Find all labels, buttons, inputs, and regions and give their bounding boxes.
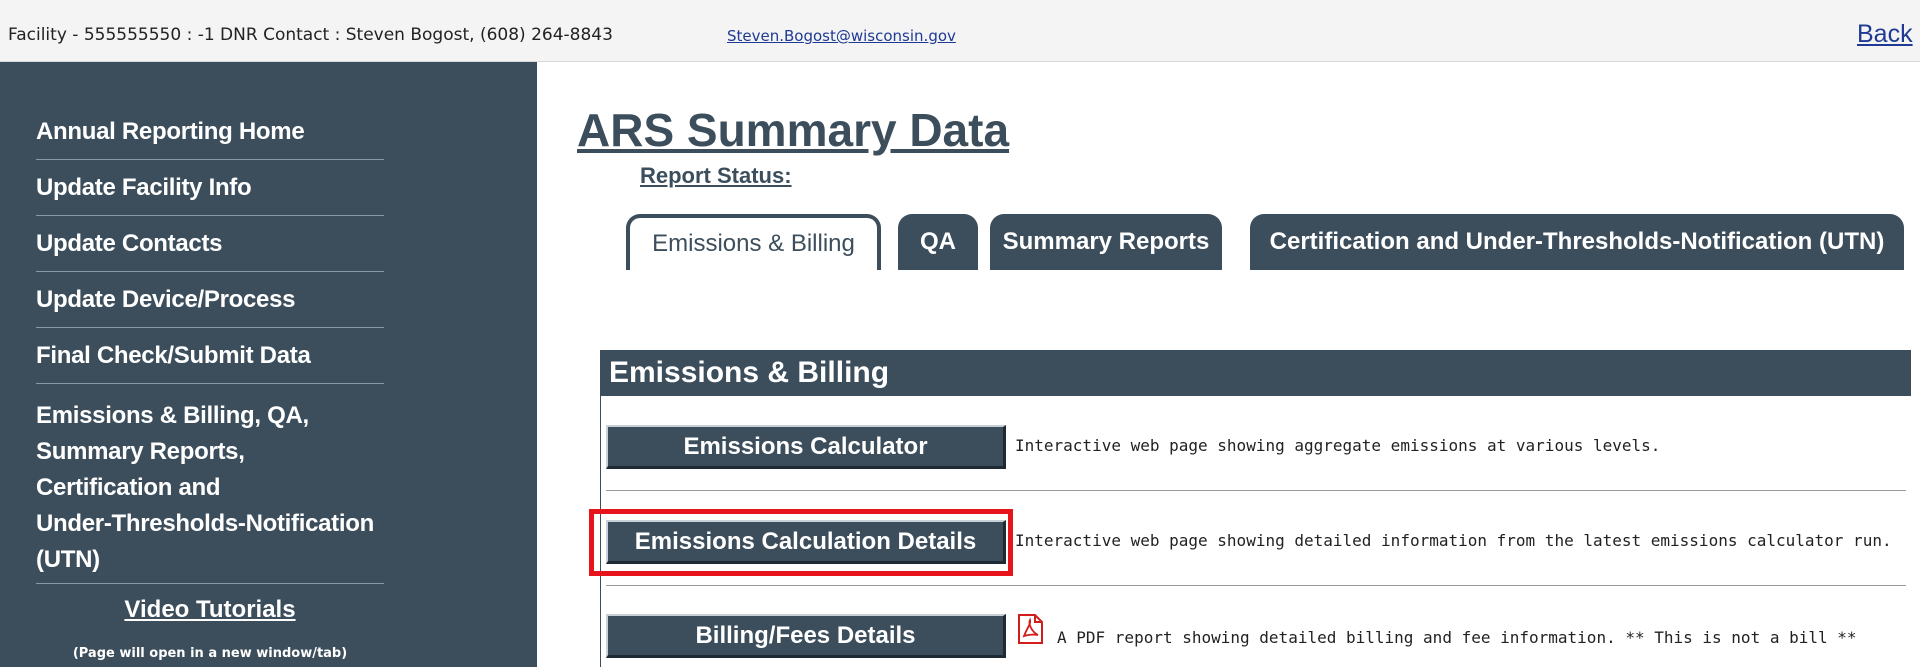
emissions-calculator-button[interactable]: Emissions Calculator bbox=[606, 425, 1006, 469]
sidebar-item-emissions-billing[interactable]: Emissions & Billing, QA, Summary Reports… bbox=[36, 398, 384, 584]
tab-emissions-billing[interactable]: Emissions & Billing bbox=[626, 214, 881, 270]
facility-contact-info: Facility - 555555550 : -1 DNR Contact : … bbox=[8, 25, 613, 45]
top-bar: Facility - 555555550 : -1 DNR Contact : … bbox=[0, 0, 1920, 62]
sidebar: Annual Reporting Home Update Facility In… bbox=[0, 62, 537, 667]
panel-header: Emissions & Billing bbox=[601, 350, 1911, 396]
back-link[interactable]: Back bbox=[1857, 20, 1913, 49]
sidebar-item-label-line: Under-Thresholds-Notification bbox=[36, 510, 374, 537]
tab-summary-reports[interactable]: Summary Reports bbox=[990, 214, 1222, 270]
sidebar-item-label: Final Check/Submit Data bbox=[36, 342, 311, 369]
emissions-calculation-details-description: Interactive web page showing detailed in… bbox=[1015, 531, 1892, 550]
sidebar-item-label-line: Summary Reports, bbox=[36, 438, 245, 465]
emissions-billing-panel: Emissions & Billing Emissions Calculator… bbox=[600, 350, 1920, 667]
billing-fees-details-button[interactable]: Billing/Fees Details bbox=[606, 614, 1006, 658]
video-tutorials-note: (Page will open in a new window/tab) bbox=[72, 646, 348, 661]
sidebar-item-label-line: Certification and bbox=[36, 474, 221, 501]
sidebar-item-label-line: Emissions & Billing, QA, bbox=[36, 402, 309, 429]
sidebar-item-label-line: (UTN) bbox=[36, 546, 100, 573]
tab-qa[interactable]: QA bbox=[898, 214, 978, 270]
sidebar-item-update-facility-info[interactable]: Update Facility Info bbox=[36, 174, 384, 216]
sidebar-item-label: Update Device/Process bbox=[36, 286, 296, 313]
contact-email-link[interactable]: Steven.Bogost@wisconsin.gov bbox=[727, 27, 956, 45]
emissions-calculation-details-button[interactable]: Emissions Calculation Details bbox=[606, 520, 1006, 564]
pdf-icon[interactable] bbox=[1016, 614, 1044, 644]
row-divider bbox=[606, 490, 1906, 491]
sidebar-item-label: Update Facility Info bbox=[36, 174, 252, 201]
page-title: ARS Summary Data bbox=[577, 104, 1010, 156]
sidebar-item-update-device-process[interactable]: Update Device/Process bbox=[36, 286, 384, 328]
video-tutorials-link[interactable]: Video Tutorials bbox=[36, 596, 384, 624]
row-divider bbox=[606, 585, 1906, 586]
sidebar-item-annual-reporting-home[interactable]: Annual Reporting Home bbox=[36, 118, 384, 160]
tab-certification-utn[interactable]: Certification and Under-Thresholds-Notif… bbox=[1250, 214, 1904, 270]
emissions-calculator-description: Interactive web page showing aggregate e… bbox=[1015, 436, 1661, 455]
billing-fees-details-description: A PDF report showing detailed billing an… bbox=[1057, 628, 1857, 647]
sidebar-item-label: Annual Reporting Home bbox=[36, 118, 305, 145]
sidebar-item-update-contacts[interactable]: Update Contacts bbox=[36, 230, 384, 272]
sidebar-item-final-check-submit[interactable]: Final Check/Submit Data bbox=[36, 342, 384, 384]
sidebar-item-label: Update Contacts bbox=[36, 230, 223, 257]
report-status-label: Report Status: bbox=[640, 163, 792, 188]
